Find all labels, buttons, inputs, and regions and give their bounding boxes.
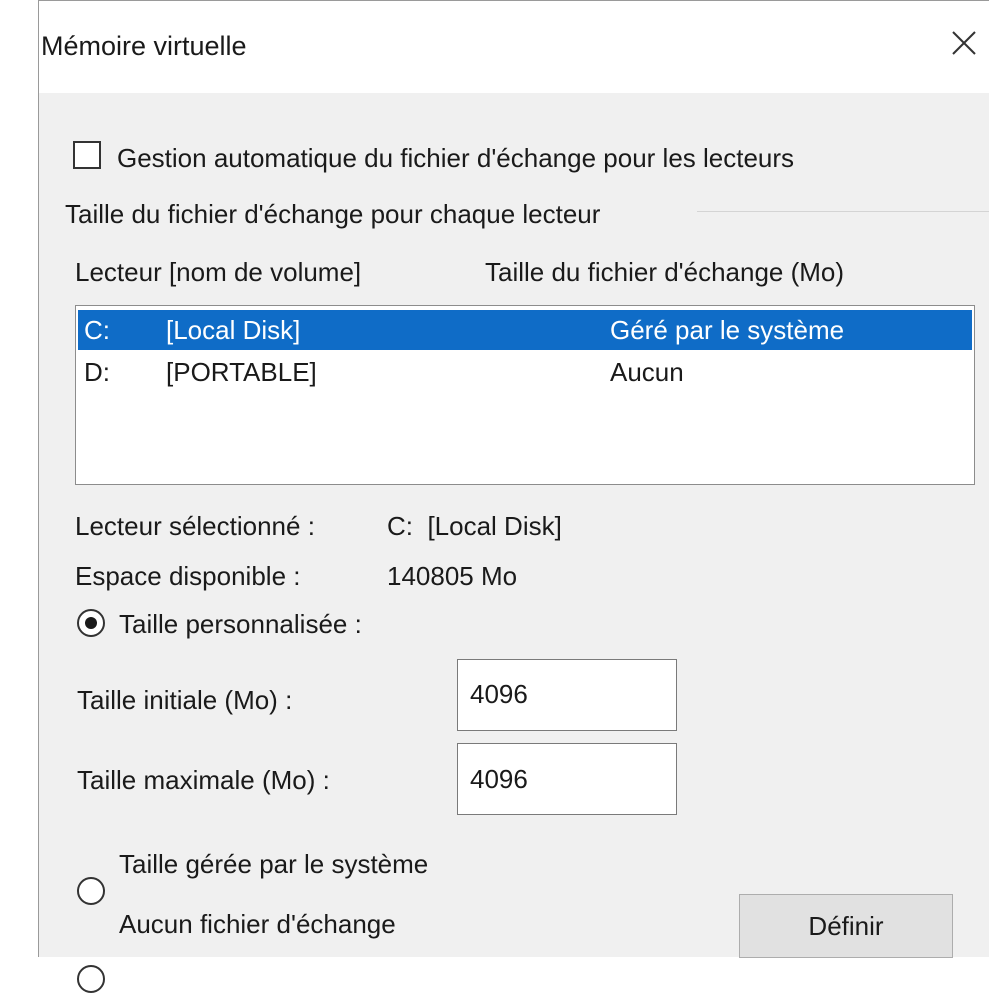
auto-manage-label[interactable]: Gestion automatique du fichier d'échange… — [117, 143, 794, 174]
system-managed-label[interactable]: Taille gérée par le système — [119, 849, 428, 880]
initial-size-input[interactable] — [457, 659, 677, 731]
virtual-memory-dialog: Mémoire virtuelle Gestion automatique du… — [38, 0, 989, 993]
selected-drive-label: Lecteur sélectionné : — [75, 511, 315, 541]
group-title: Taille du fichier d'échange pour chaque … — [65, 199, 601, 229]
column-header-drive: Lecteur [nom de volume] — [75, 257, 362, 287]
selected-drive-value: C: [Local Disk] — [387, 511, 562, 541]
drive-row-d[interactable]: D: [PORTABLE] Aucun — [78, 352, 972, 392]
system-managed-radio[interactable] — [77, 877, 105, 905]
column-header-size: Taille du fichier d'échange (Mo) — [485, 257, 845, 287]
max-size-input[interactable] — [457, 743, 677, 815]
auto-manage-checkbox[interactable] — [73, 141, 101, 169]
available-space-label: Espace disponible : — [75, 561, 301, 591]
drive-letter: C: — [84, 315, 110, 345]
drive-paging-size: Géré par le système — [610, 315, 845, 345]
drive-list[interactable]: C: [Local Disk] Géré par le système D: [… — [75, 305, 975, 485]
drive-volume: [Local Disk] — [166, 315, 301, 345]
window-title: Mémoire virtuelle — [41, 31, 247, 61]
group-divider — [697, 211, 989, 212]
drive-letter: D: — [84, 357, 110, 387]
no-paging-file-radio[interactable] — [77, 965, 105, 993]
custom-size-label[interactable]: Taille personnalisée : — [119, 609, 362, 640]
drive-paging-size: Aucun — [610, 357, 684, 387]
custom-size-radio[interactable] — [77, 609, 105, 637]
drive-row-c[interactable]: C: [Local Disk] Géré par le système — [78, 310, 972, 350]
close-icon — [952, 31, 976, 55]
initial-size-label: Taille initiale (Mo) : — [77, 685, 293, 715]
max-size-label: Taille maximale (Mo) : — [77, 765, 330, 795]
drive-volume: [PORTABLE] — [166, 357, 317, 387]
no-paging-file-label[interactable]: Aucun fichier d'échange — [119, 909, 396, 940]
set-button[interactable]: Définir — [739, 894, 953, 958]
title-bar: Mémoire virtuelle — [39, 1, 989, 93]
close-button[interactable] — [944, 23, 984, 63]
available-space-value: 140805 Mo — [387, 561, 518, 591]
